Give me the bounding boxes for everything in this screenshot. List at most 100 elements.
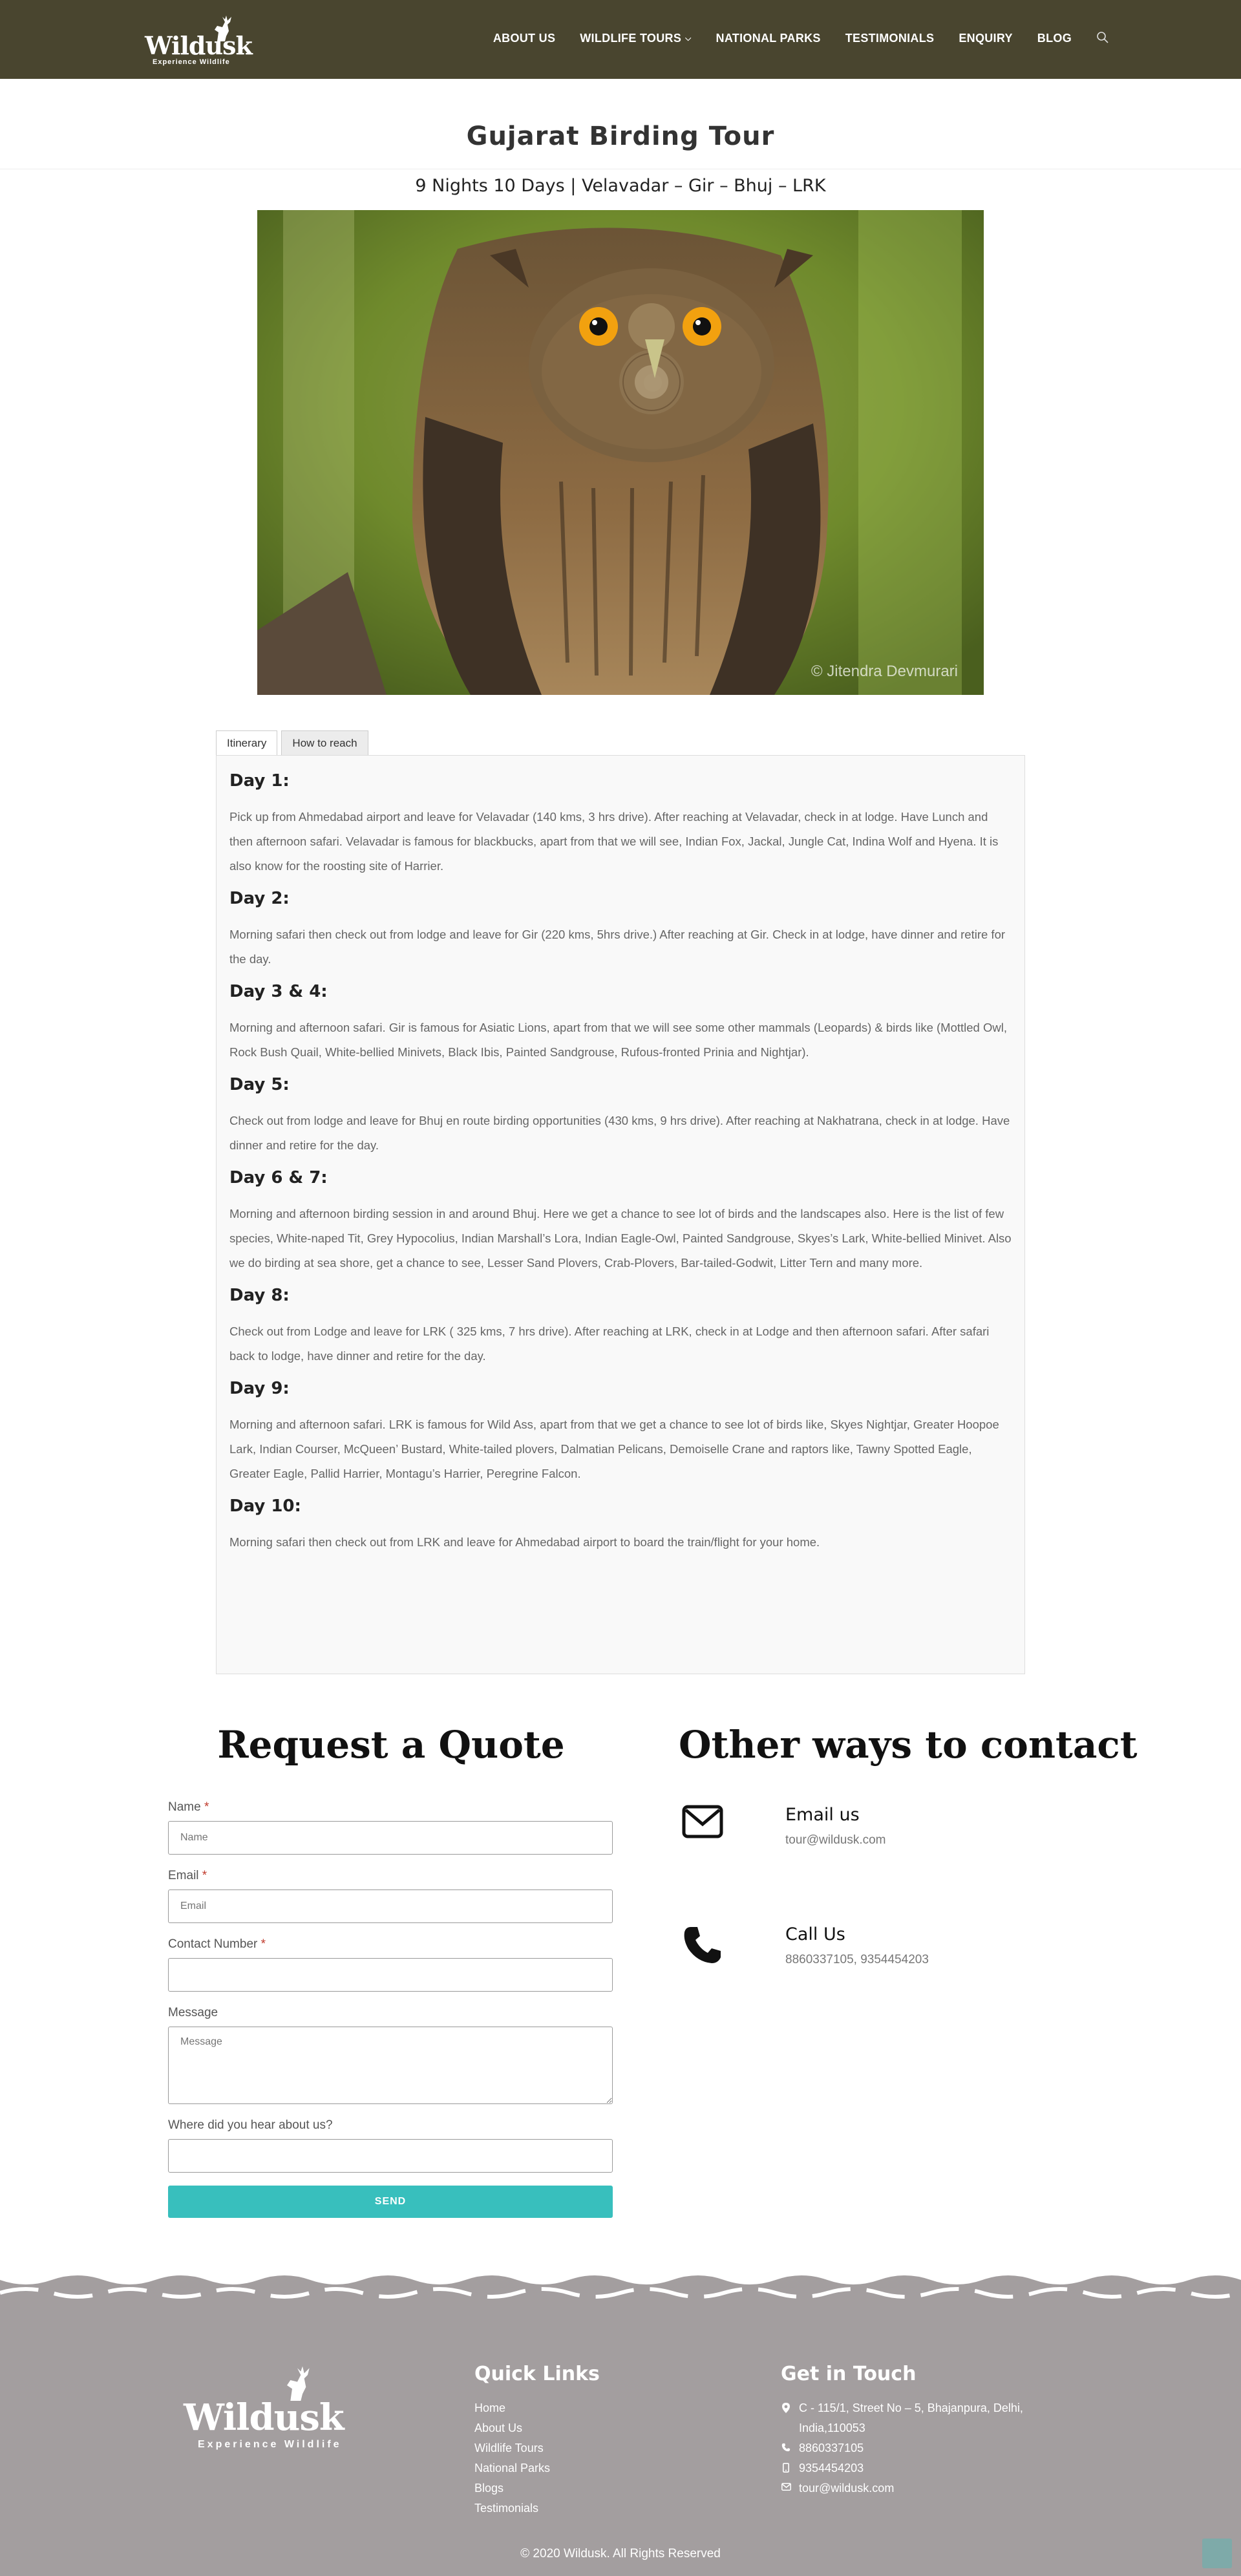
day-description: Check out from lodge and leave for Bhuj … [229, 1114, 1010, 1152]
footer-address-text: C - 115/1, Street No – 5, Bhajanpura, De… [799, 2401, 1023, 2434]
footer-phone-2[interactable]: 9354454203 [781, 2458, 1052, 2478]
call-heading: Call Us [785, 1924, 845, 1944]
nav-enquiry[interactable]: ENQUIRY [959, 32, 1012, 45]
tour-tabs: Itinerary How to reach [216, 730, 368, 756]
required-mark: * [204, 1800, 209, 1814]
footer-email-text: tour@wildusk.com [799, 2482, 895, 2495]
envelope-icon [781, 2478, 791, 2498]
nav-wildlife-tours-label: WILDLIFE TOURS [580, 31, 682, 45]
day-description: Check out from Lodge and leave for LRK (… [229, 1325, 990, 1363]
itinerary-day: Day 2: Morning safari then check out fro… [229, 889, 1012, 972]
itinerary-day: Day 8: Check out from Lodge and leave fo… [229, 1286, 1012, 1368]
footer-link-national-parks[interactable]: National Parks [474, 2458, 550, 2478]
day-description: Pick up from Ahmedabad airport and leave… [229, 810, 999, 873]
contact-number-label: Contact Number * [168, 1937, 613, 1952]
envelope-icon [682, 1805, 723, 1838]
day-title: Day 6 & 7: [229, 1168, 328, 1187]
footer-phone-1[interactable]: 8860337105 [781, 2438, 1052, 2458]
phone-icon [684, 1927, 721, 1963]
phone-icon [781, 2438, 791, 2458]
get-in-touch-title: Get in Touch [781, 2363, 917, 2385]
itinerary-day: Day 3 & 4: Morning and afternoon safari.… [229, 982, 1012, 1065]
day-description: Morning safari then check out from lodge… [229, 928, 1006, 966]
get-in-touch-list: C - 115/1, Street No – 5, Bhajanpura, De… [781, 2398, 1052, 2498]
quote-section-title: Request a Quote [217, 1723, 565, 1767]
itinerary-day: Day 5: Check out from lodge and leave fo… [229, 1075, 1012, 1158]
search-icon[interactable] [1096, 31, 1110, 45]
quick-links-title: Quick Links [474, 2363, 600, 2385]
footer-link-home[interactable]: Home [474, 2398, 550, 2418]
site-footer: Wildusk Experience Wildlife Quick Links … [0, 2308, 1241, 2576]
day-description: Morning and afternoon safari. Gir is fam… [229, 1021, 1007, 1059]
day-description: Morning and afternoon birding session in… [229, 1207, 1012, 1270]
phone-value[interactable]: 8860337105, 9354454203 [785, 1953, 929, 1967]
day-title: Day 9: [229, 1379, 290, 1398]
day-title: Day 2: [229, 889, 290, 908]
name-label: Name * [168, 1800, 613, 1815]
day-title: Day 3 & 4: [229, 982, 328, 1001]
itinerary-day: Day 1: Pick up from Ahmedabad airport an… [229, 771, 1012, 878]
footer-wave-divider [0, 2266, 1241, 2311]
required-mark: * [202, 1869, 207, 1882]
nav-about-us[interactable]: ABOUT US [493, 32, 555, 45]
page-title: Gujarat Birding Tour [466, 122, 775, 151]
tab-itinerary[interactable]: Itinerary [216, 730, 278, 756]
quote-form: Name * Email * Contact Number * Message … [168, 1800, 613, 2218]
contact-number-field[interactable] [168, 1958, 613, 1992]
footer-phone-2-text: 9354454203 [799, 2462, 864, 2475]
quick-links-list: Home About Us Wildlife Tours National Pa… [474, 2398, 550, 2518]
contact-number-label-text: Contact Number [168, 1937, 258, 1951]
day-description: Morning safari then check out from LRK a… [229, 1535, 820, 1549]
footer-link-about-us[interactable]: About Us [474, 2418, 550, 2438]
day-title: Day 5: [229, 1075, 290, 1094]
footer-link-testimonials[interactable]: Testimonials [474, 2498, 550, 2518]
referral-source-field[interactable] [168, 2139, 613, 2173]
name-label-text: Name [168, 1800, 201, 1814]
nav-national-parks[interactable]: NATIONAL PARKS [716, 32, 821, 45]
chevron-down-icon: ⌵ [685, 33, 692, 43]
tab-how-to-reach[interactable]: How to reach [281, 730, 368, 755]
map-pin-icon [781, 2398, 791, 2438]
day-title: Day 8: [229, 1286, 290, 1305]
name-field[interactable] [168, 1821, 613, 1855]
message-field[interactable] [168, 2027, 613, 2104]
main-nav: ABOUT US WILDLIFE TOURS ⌵ NATIONAL PARKS… [493, 31, 1110, 45]
footer-link-wildlife-tours[interactable]: Wildlife Tours [474, 2438, 550, 2458]
page-title-bar: Gujarat Birding Tour [0, 79, 1241, 169]
copyright: © 2020 Wildusk. All Rights Reserved [520, 2547, 721, 2560]
message-label: Message [168, 2006, 218, 2019]
footer-address: C - 115/1, Street No – 5, Bhajanpura, De… [781, 2398, 1052, 2438]
footer-phone-1-text: 8860337105 [799, 2442, 864, 2454]
day-title: Day 10: [229, 1496, 301, 1516]
itinerary-day: Day 6 & 7: Morning and afternoon birding… [229, 1168, 1012, 1275]
nav-wildlife-tours[interactable]: WILDLIFE TOURS ⌵ [580, 32, 691, 45]
email-heading: Email us [785, 1805, 860, 1825]
nav-blog[interactable]: BLOG [1037, 32, 1072, 45]
tour-subtitle: 9 Nights 10 Days | Velavadar – Gir – Bhu… [415, 176, 826, 196]
referral-source-label: Where did you hear about us? [168, 2118, 333, 2132]
logo-tagline: Experience Wildlife [153, 58, 230, 66]
footer-logo-tagline: Experience Wildlife [198, 2439, 342, 2450]
day-title: Day 1: [229, 771, 290, 791]
footer-logo[interactable]: Wildusk Experience Wildlife [175, 2363, 368, 2450]
itinerary-day: Day 9: Morning and afternoon safari. LRK… [229, 1379, 1012, 1486]
site-logo[interactable]: Wildusk Experience Wildlife [141, 13, 253, 67]
required-mark: * [260, 1937, 266, 1951]
contact-section-title: Other ways to contact [679, 1723, 1138, 1767]
mobile-icon [781, 2458, 791, 2478]
footer-link-blogs[interactable]: Blogs [474, 2478, 550, 2498]
itinerary-day: Day 10: Morning safari then check out fr… [229, 1496, 1012, 1555]
footer-email[interactable]: tour@wildusk.com [781, 2478, 1052, 2498]
email-field[interactable] [168, 1889, 613, 1923]
logo-wordmark: Wildusk [145, 31, 253, 60]
itinerary-panel: Day 1: Pick up from Ahmedabad airport an… [216, 755, 1025, 1674]
footer-logo-wordmark: Wildusk [184, 2396, 345, 2439]
email-value[interactable]: tour@wildusk.com [785, 1833, 886, 1847]
email-label: Email * [168, 1869, 613, 1883]
site-header: Wildusk Experience Wildlife ABOUT US WIL… [0, 0, 1241, 79]
day-description: Morning and afternoon safari. LRK is fam… [229, 1418, 999, 1480]
scroll-to-top-button[interactable] [1202, 2539, 1232, 2568]
nav-testimonials[interactable]: TESTIMONIALS [845, 32, 935, 45]
send-button[interactable]: SEND [168, 2186, 613, 2218]
email-label-text: Email [168, 1869, 199, 1882]
